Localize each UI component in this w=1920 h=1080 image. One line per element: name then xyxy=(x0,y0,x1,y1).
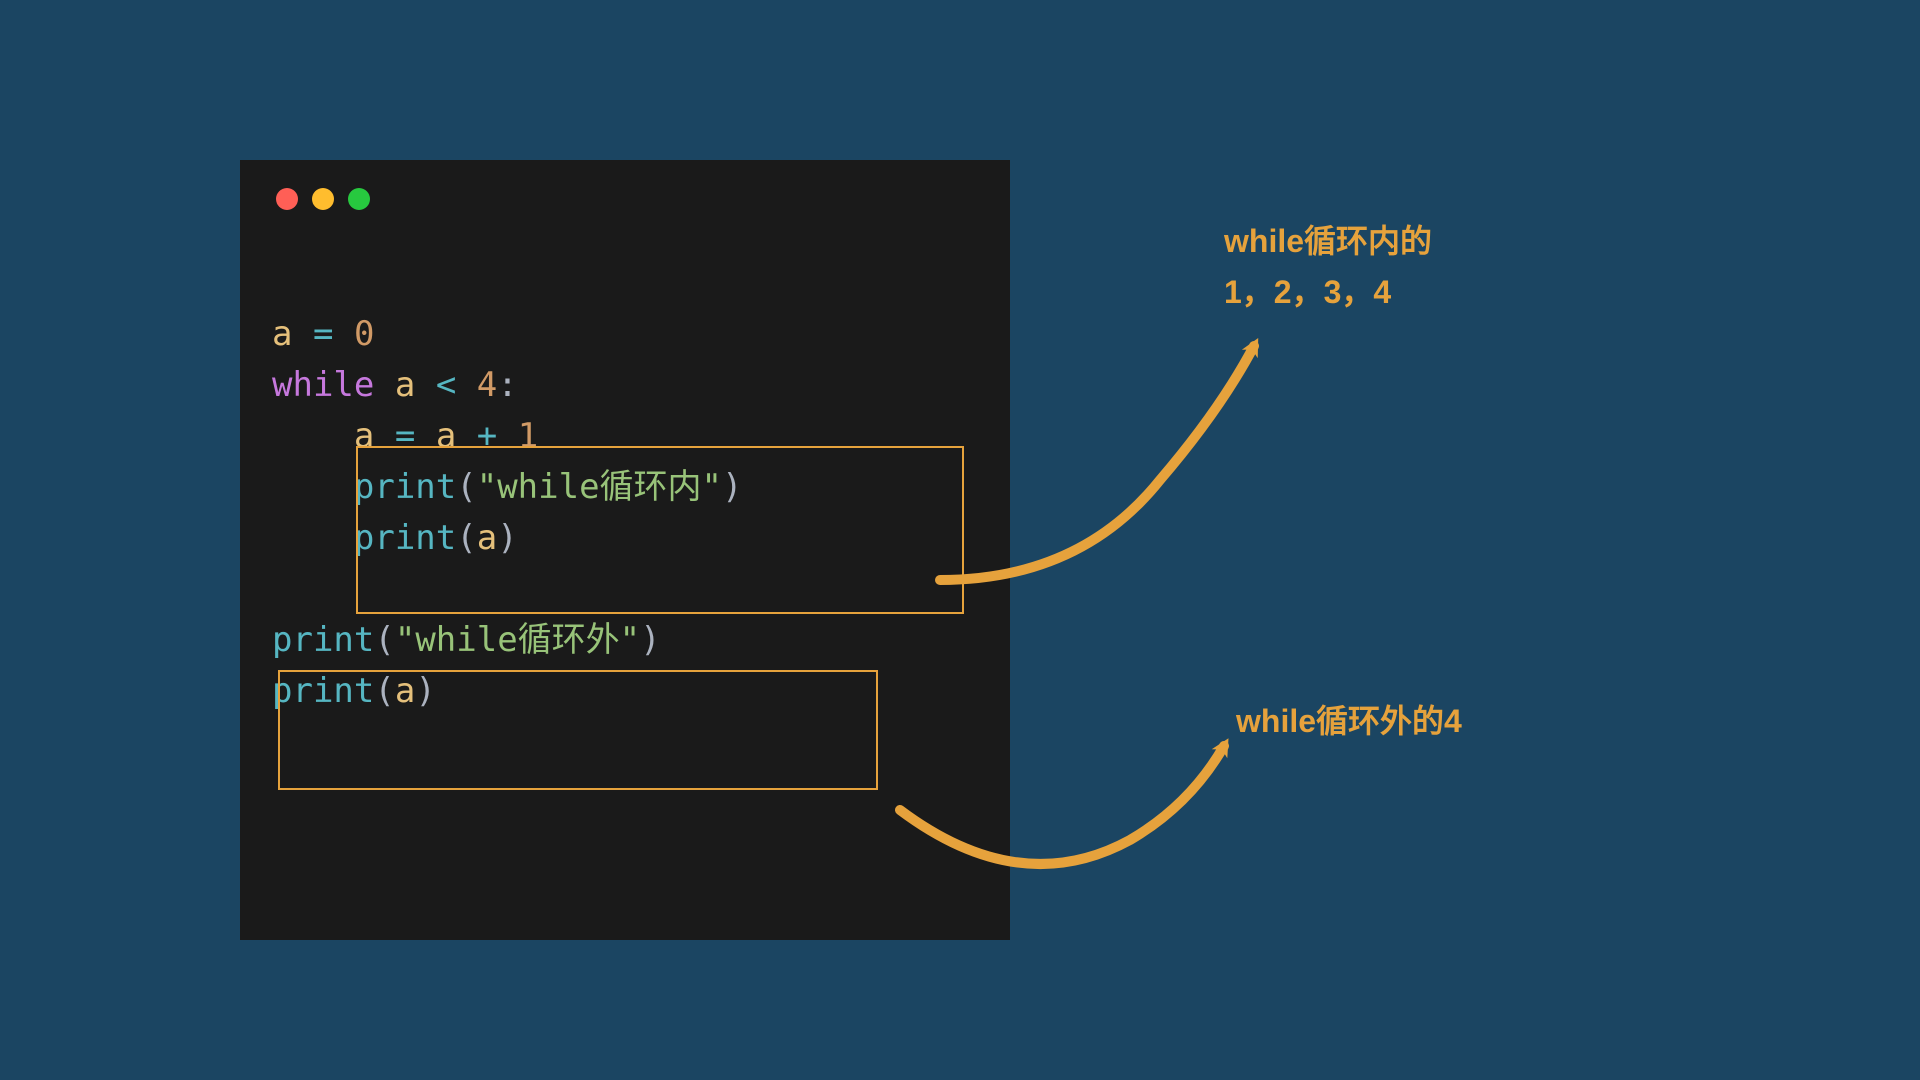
code-token: ( xyxy=(374,620,394,660)
code-token: = xyxy=(395,416,415,456)
annotation-line: while循环内的 xyxy=(1224,216,1432,267)
code-token: ( xyxy=(456,467,476,507)
code-token: ( xyxy=(456,518,476,558)
traffic-lights xyxy=(272,188,978,210)
code-token: a xyxy=(477,518,497,558)
code-block: a = 0 while a < 4: a = a + 1 print("whil… xyxy=(272,258,978,717)
code-token: ) xyxy=(640,620,660,660)
code-token: 4 xyxy=(477,365,497,405)
code-token: while xyxy=(272,365,374,405)
code-token: print xyxy=(354,467,456,507)
code-window: a = 0 while a < 4: a = a + 1 print("whil… xyxy=(240,160,1010,940)
code-token: : xyxy=(497,365,517,405)
annotation-inner-loop: while循环内的 1，2，3，4 xyxy=(1224,216,1432,318)
annotation-text: while循环外的4 xyxy=(1236,703,1462,739)
code-token: print xyxy=(272,671,374,711)
code-token: a xyxy=(395,365,415,405)
code-token: ) xyxy=(497,518,517,558)
code-token: 0 xyxy=(354,314,374,354)
minimize-icon xyxy=(312,188,334,210)
code-token: ) xyxy=(415,671,435,711)
code-token: print xyxy=(354,518,456,558)
code-token: a xyxy=(395,671,415,711)
code-token: "while循环外" xyxy=(395,620,640,660)
close-icon xyxy=(276,188,298,210)
maximize-icon xyxy=(348,188,370,210)
code-token: ( xyxy=(374,671,394,711)
code-token: 1 xyxy=(518,416,538,456)
code-token: a xyxy=(354,416,374,456)
code-token: ) xyxy=(722,467,742,507)
code-token: a xyxy=(272,314,292,354)
code-token: "while循环内" xyxy=(477,467,722,507)
code-token: a xyxy=(436,416,456,456)
annotation-line: 1，2，3，4 xyxy=(1224,267,1432,318)
code-token: print xyxy=(272,620,374,660)
annotation-outer-loop: while循环外的4 xyxy=(1236,696,1462,747)
code-token: < xyxy=(436,365,456,405)
code-token: = xyxy=(313,314,333,354)
code-token: + xyxy=(477,416,497,456)
